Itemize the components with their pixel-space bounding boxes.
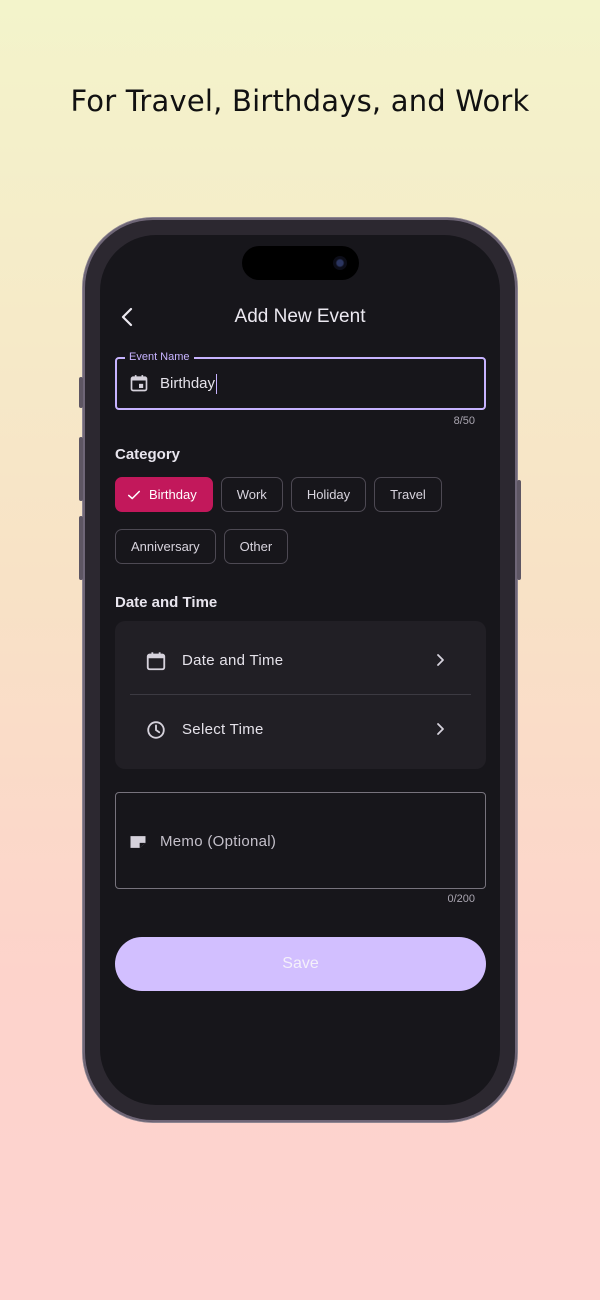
chevron-right-icon <box>437 654 444 666</box>
chip-label: Anniversary <box>131 539 200 554</box>
chevron-right-icon <box>437 723 444 735</box>
calendar-icon <box>146 652 166 671</box>
page-title: Add New Event <box>234 306 366 327</box>
time-row[interactable]: Select Time <box>115 695 486 762</box>
chip-anniversary[interactable]: Anniversary <box>115 529 216 564</box>
chip-label: Holiday <box>306 487 351 502</box>
memo-placeholder: Memo (Optional) <box>160 833 277 850</box>
mute-switch <box>79 377 83 408</box>
check-icon <box>127 490 141 499</box>
chip-other[interactable]: Other <box>223 529 289 564</box>
date-row[interactable]: Date and Time <box>115 626 486 693</box>
chip-travel[interactable]: Travel <box>374 477 442 512</box>
chip-label: Travel <box>390 487 426 502</box>
phone-screen: Add New Event Event Name Birthday 8/50 C… <box>100 235 500 1105</box>
volume-up-button <box>79 437 83 501</box>
volume-down-button <box>79 516 83 580</box>
chip-birthday[interactable]: Birthday <box>115 477 213 512</box>
chip-label: Work <box>236 487 267 502</box>
chip-work[interactable]: Work <box>220 477 283 512</box>
memo-counter: 0/200 <box>447 893 475 905</box>
date-row-label: Date and Time <box>182 652 284 669</box>
clock-icon <box>147 721 165 739</box>
chip-holiday[interactable]: Holiday <box>290 477 367 512</box>
calendar-event-icon <box>130 375 148 392</box>
memo-field[interactable]: Memo (Optional) <box>115 792 486 889</box>
event-name-counter: 8/50 <box>453 415 475 427</box>
date-time-card: Date and Time Select Time <box>115 621 486 769</box>
time-row-label: Select Time <box>182 721 264 738</box>
power-button <box>517 480 521 580</box>
save-button[interactable]: Save <box>115 937 486 991</box>
event-name-label: Event Name <box>125 350 194 364</box>
note-icon <box>130 836 146 848</box>
event-name-input[interactable]: Birthday <box>160 374 218 394</box>
category-label: Category <box>115 446 181 463</box>
date-time-label: Date and Time <box>115 594 218 611</box>
event-name-field[interactable]: Event Name Birthday <box>115 350 486 410</box>
headline: For Travel, Birthdays, and Work <box>70 84 530 118</box>
category-chips: Birthday Work Holiday Travel Anniversary… <box>115 477 485 564</box>
camera-icon <box>333 256 347 270</box>
chip-label: Other <box>239 539 273 554</box>
chip-label: Birthday <box>149 487 197 502</box>
dynamic-island <box>242 246 359 280</box>
